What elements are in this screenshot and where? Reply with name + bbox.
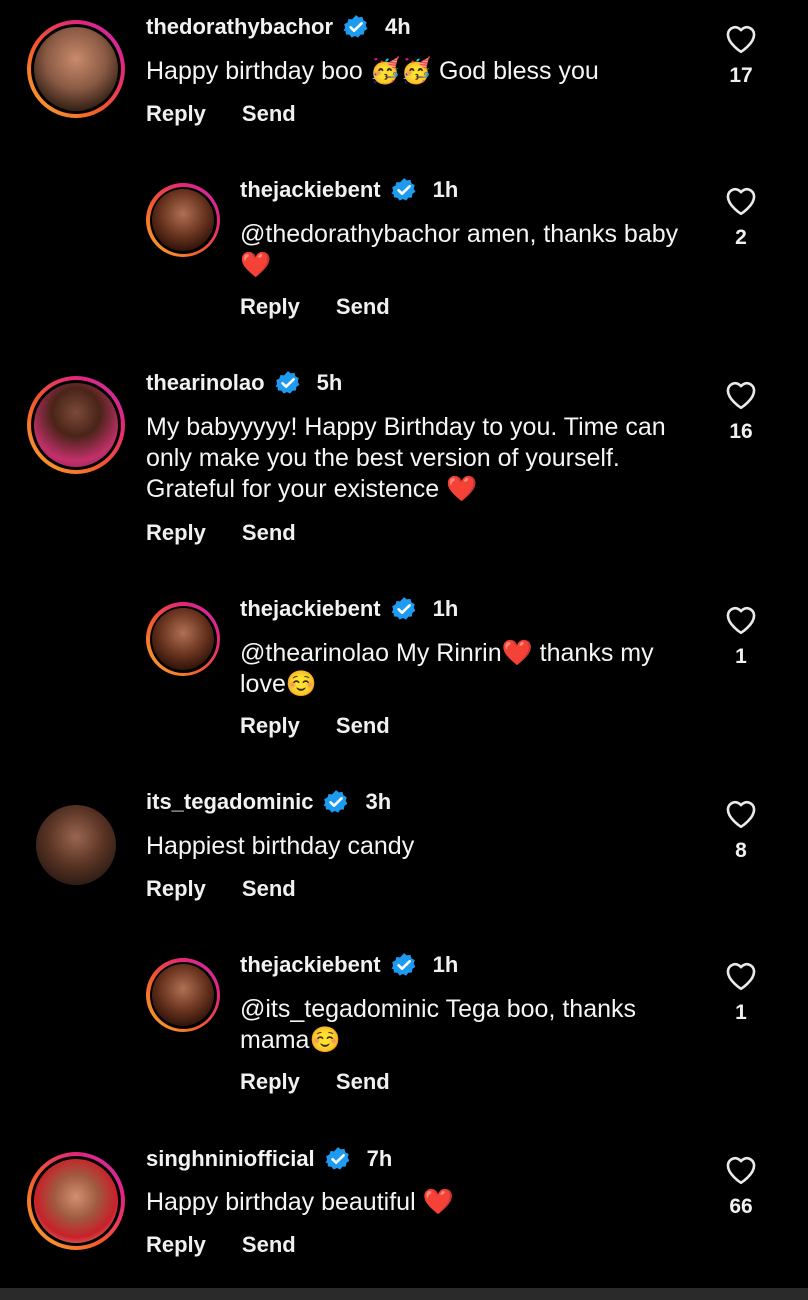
comment-text: @thearinolao My Rinrin❤️ thanks my love☺…: [240, 639, 654, 698]
username[interactable]: thedorathybachor: [146, 14, 333, 40]
verified-badge-icon: [343, 15, 368, 38]
bottom-bar: [0, 1288, 808, 1300]
heart-icon[interactable]: [723, 603, 759, 635]
like-area: 16: [716, 378, 766, 444]
reply-button[interactable]: Reply: [146, 1232, 206, 1258]
timestamp: 5h: [316, 370, 343, 395]
send-button[interactable]: Send: [242, 520, 296, 546]
reply-button[interactable]: Reply: [240, 294, 300, 320]
send-button[interactable]: Send: [242, 1232, 296, 1258]
reply-button[interactable]: Reply: [240, 713, 300, 739]
reply-button[interactable]: Reply: [240, 1069, 300, 1095]
verified-badge-icon: [275, 371, 299, 394]
heart-icon[interactable]: [723, 184, 759, 216]
verified-badge-icon: [391, 597, 415, 620]
like-area: 17: [716, 22, 766, 88]
avatar[interactable]: [27, 376, 125, 474]
heart-icon[interactable]: [723, 378, 759, 410]
like-area: 1: [716, 603, 766, 669]
heart-icon[interactable]: [723, 1153, 759, 1185]
reply-button[interactable]: Reply: [146, 520, 206, 546]
heart-icon[interactable]: [723, 797, 759, 829]
send-button[interactable]: Send: [242, 876, 296, 902]
avatar[interactable]: [27, 1152, 125, 1250]
comment-text: @thedorathybachor amen, thanks baby❤️: [240, 220, 679, 279]
like-count: 1: [735, 645, 747, 668]
send-button[interactable]: Send: [336, 294, 390, 320]
like-area: 66: [716, 1153, 766, 1219]
verified-badge-icon: [324, 790, 348, 813]
comment-text: Happy birthday boo 🥳🥳 God bless you: [146, 57, 599, 85]
comment-text: My babyyyyy! Happy Birthday to you. Time…: [146, 413, 666, 503]
reply-button[interactable]: Reply: [146, 876, 206, 902]
like-count: 17: [729, 64, 753, 87]
send-button[interactable]: Send: [242, 101, 296, 127]
timestamp: 7h: [366, 1146, 393, 1171]
like-count: 8: [735, 839, 747, 862]
username[interactable]: singhniniofficial: [146, 1146, 315, 1172]
like-area: 1: [716, 959, 766, 1025]
heart-icon[interactable]: [723, 959, 759, 991]
verified-badge-icon: [391, 178, 415, 201]
verified-badge-icon: [325, 1147, 350, 1170]
username[interactable]: thejackiebent: [240, 596, 381, 622]
like-count: 2: [735, 226, 747, 249]
timestamp: 4h: [385, 14, 411, 39]
avatar[interactable]: [146, 183, 220, 257]
username[interactable]: thejackiebent: [240, 952, 381, 978]
comment-text: Happiest birthday candy: [146, 832, 415, 860]
reply-button[interactable]: Reply: [146, 101, 206, 127]
like-count: 66: [729, 1195, 753, 1218]
like-area: 2: [716, 184, 766, 250]
heart-icon[interactable]: [723, 22, 759, 54]
avatar[interactable]: [36, 805, 116, 885]
comment-text: @its_tegadominic Tega boo, thanks mama☺️: [240, 995, 636, 1054]
username[interactable]: thearinolao: [146, 370, 265, 396]
like-count: 16: [729, 420, 753, 443]
timestamp: 1h: [432, 596, 459, 621]
verified-badge-icon: [391, 953, 415, 976]
timestamp: 1h: [432, 177, 459, 202]
like-area: 8: [716, 797, 766, 863]
username[interactable]: thejackiebent: [240, 177, 381, 203]
avatar[interactable]: [146, 602, 220, 676]
username[interactable]: its_tegadominic: [146, 789, 313, 815]
comment-text: Happy birthday beautiful ❤️: [146, 1188, 454, 1216]
like-count: 1: [735, 1001, 747, 1024]
avatar[interactable]: [27, 20, 125, 118]
timestamp: 1h: [432, 952, 459, 977]
avatar[interactable]: [146, 958, 220, 1032]
send-button[interactable]: Send: [336, 1069, 390, 1095]
send-button[interactable]: Send: [336, 713, 390, 739]
timestamp: 3h: [365, 789, 392, 814]
